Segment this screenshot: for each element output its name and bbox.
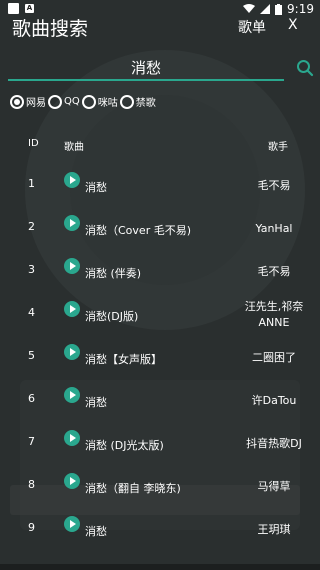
row-song: 消愁【女声版】 — [85, 353, 162, 366]
page-title: 歌曲搜索 — [12, 18, 89, 40]
radio-selected-icon — [10, 94, 24, 109]
radio-empty-icon — [119, 94, 134, 109]
table-header: ID 歌曲 歌手 — [0, 128, 320, 162]
radio-banned[interactable]: 禁歌 — [119, 94, 156, 109]
row-id: 6 — [28, 392, 35, 405]
row-id: 1 — [28, 177, 35, 190]
play-icon[interactable] — [64, 344, 80, 360]
keyboard-badge-icon: A — [25, 4, 34, 13]
table-row[interactable]: 5 消愁【女声版】 二圈困了 — [0, 334, 320, 377]
search-icon[interactable] — [296, 59, 314, 77]
table-row[interactable]: 8 消愁（翻自 李晓东) 马得草 — [0, 463, 320, 506]
row-song: 消愁 — [85, 396, 107, 409]
radio-empty-icon — [48, 94, 62, 109]
radio-netease[interactable]: 网易 — [10, 94, 46, 109]
play-icon[interactable] — [64, 473, 80, 489]
clock: 9:19 — [287, 2, 314, 16]
row-song: 消愁（翻自 李晓东) — [85, 482, 181, 495]
search-input[interactable] — [8, 55, 284, 81]
close-button[interactable]: X — [288, 17, 298, 33]
row-id: 3 — [28, 263, 35, 276]
play-icon[interactable] — [64, 387, 80, 403]
row-id: 2 — [28, 220, 35, 233]
row-song: 消愁 — [85, 181, 107, 194]
table-row[interactable]: 9 消愁 王玥琪 — [0, 506, 320, 549]
play-icon[interactable] — [64, 215, 80, 231]
battery-icon — [275, 3, 283, 15]
play-icon[interactable] — [64, 301, 80, 317]
table-row[interactable]: 3 消愁 (伴奏) 毛不易 — [0, 248, 320, 291]
notification-icon — [8, 3, 19, 14]
row-artist: 二圈困了 — [252, 351, 296, 364]
row-song: 消愁 (伴奏) — [85, 267, 142, 280]
play-icon[interactable] — [64, 430, 80, 446]
row-song: 消愁 (DJ光太版) — [85, 439, 164, 452]
wifi-icon — [243, 4, 256, 13]
table-row[interactable]: 1 消愁 毛不易 — [0, 162, 320, 205]
row-id: 4 — [28, 306, 35, 319]
table-row[interactable]: 2 消愁（Cover 毛不易) YanHal — [0, 205, 320, 248]
row-artist: YanHal — [255, 222, 293, 235]
signal-icon — [260, 4, 271, 14]
row-artist: 王玥琪 — [257, 523, 291, 536]
row-song: 消愁(DJ版) — [85, 310, 139, 323]
row-artist: 毛不易 — [257, 265, 291, 278]
table-row[interactable]: 6 消愁 许DaTou — [0, 377, 320, 420]
play-icon[interactable] — [64, 516, 80, 532]
row-artist: 毛不易 — [257, 179, 291, 192]
source-selector: 网易 QQ 咪咕 禁歌 — [10, 94, 158, 109]
row-id: 5 — [28, 349, 35, 362]
play-icon[interactable] — [64, 172, 80, 188]
table-row[interactable]: 7 消愁 (DJ光太版) 抖音热歌DJ — [0, 420, 320, 463]
row-artist: 抖音热歌DJ — [246, 437, 302, 450]
table-row[interactable]: 4 消愁(DJ版) 汪先生,祁奈ANNE — [0, 291, 320, 334]
row-id: 9 — [28, 521, 35, 534]
radio-empty-icon — [81, 94, 96, 109]
row-song: 消愁 — [85, 525, 107, 538]
search-bar — [0, 55, 320, 85]
playlist-menu-button[interactable]: 歌单 — [238, 17, 266, 37]
radio-migu[interactable]: 咪咕 — [81, 94, 118, 109]
results-table: ID 歌曲 歌手 1 消愁 毛不易 2 消愁（Cover 毛不易) YanHal… — [0, 128, 320, 549]
row-artist: 许DaTou — [251, 394, 297, 407]
row-id: 8 — [28, 478, 35, 491]
header-artist: 歌手 — [268, 142, 288, 153]
row-id: 7 — [28, 435, 35, 448]
header-id: ID — [28, 138, 39, 149]
row-artist: 汪先生,祁奈ANNE — [244, 300, 304, 329]
row-song: 消愁（Cover 毛不易) — [85, 224, 191, 237]
nav-bar — [0, 564, 320, 570]
row-artist: 马得草 — [257, 480, 291, 493]
radio-qq[interactable]: QQ — [48, 94, 80, 109]
play-icon[interactable] — [64, 258, 80, 274]
header-song: 歌曲 — [64, 142, 84, 153]
